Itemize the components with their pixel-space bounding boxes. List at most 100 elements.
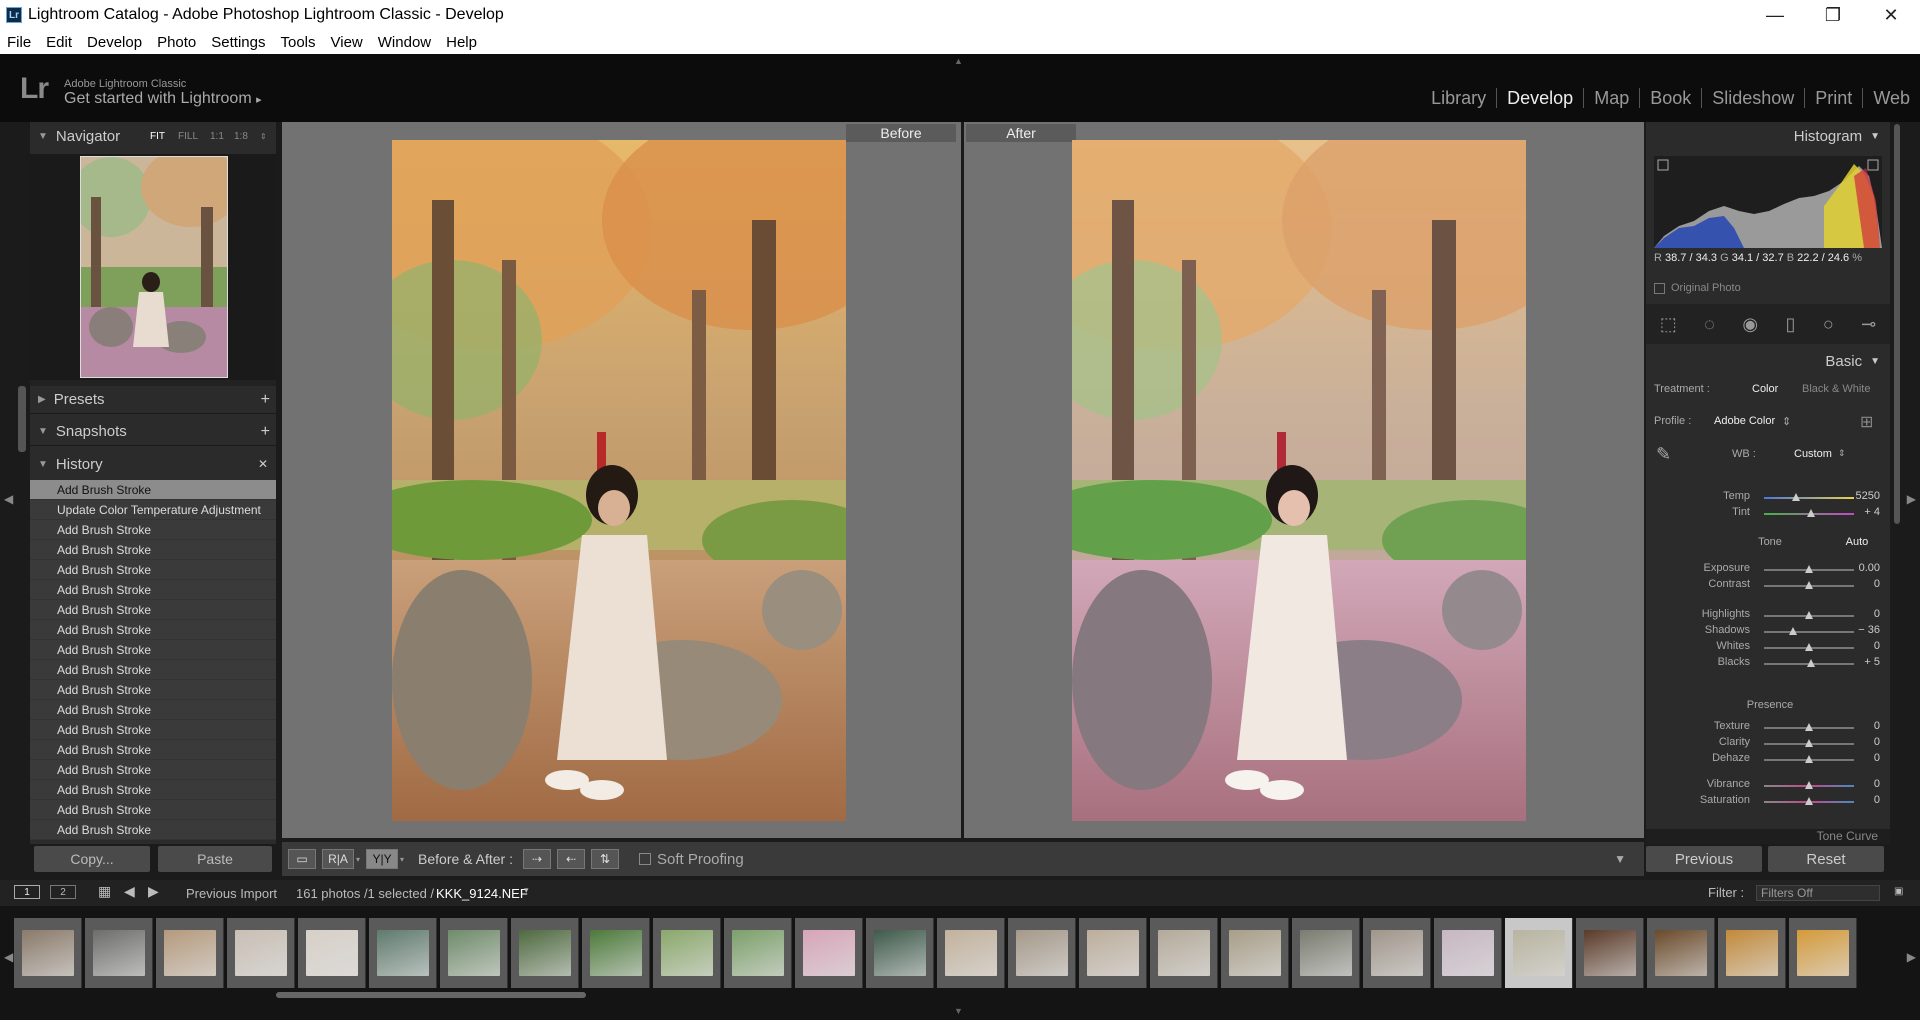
dropdown-icon[interactable]: ▾ <box>400 855 404 864</box>
before-after-split-button[interactable]: Y|Y <box>366 849 399 869</box>
filmstrip-thumbnail[interactable] <box>164 930 216 976</box>
slider-value[interactable]: 0.00 <box>1859 562 1880 574</box>
slider-value[interactable]: + 5 <box>1864 656 1880 668</box>
history-item[interactable]: Add Brush Stroke <box>30 640 276 660</box>
history-item[interactable]: Add Brush Stroke <box>30 560 276 580</box>
original-photo-checkbox[interactable] <box>1654 282 1665 294</box>
history-item[interactable]: Add Brush Stroke <box>30 800 276 820</box>
history-header[interactable]: ▼ History ✕ <box>30 450 276 478</box>
slider-track[interactable] <box>1764 739 1854 747</box>
slider-track[interactable] <box>1764 509 1854 517</box>
histogram-header[interactable]: Histogram ▼ <box>1646 122 1890 150</box>
history-item[interactable]: Add Brush Stroke <box>30 720 276 740</box>
filmstrip-cell[interactable] <box>1008 918 1076 988</box>
filmstrip-source[interactable]: Previous Import <box>186 886 277 901</box>
menu-file[interactable]: File <box>7 34 31 51</box>
add-snapshot-icon[interactable]: + <box>261 423 270 441</box>
module-library[interactable]: Library <box>1421 88 1498 108</box>
slider-knob[interactable] <box>1805 755 1813 763</box>
copy-after-to-before-icon[interactable]: ⇠ <box>556 849 585 869</box>
filmstrip-thumbnail[interactable] <box>1229 930 1281 976</box>
filmstrip-cell[interactable] <box>866 918 934 988</box>
filmstrip-thumbnail[interactable] <box>803 930 855 976</box>
filmstrip-cell[interactable] <box>156 918 224 988</box>
filmstrip-cell[interactable] <box>582 918 650 988</box>
filmstrip-thumbnail[interactable] <box>1371 930 1423 976</box>
wb-select[interactable]: Custom <box>1794 448 1832 460</box>
slider-shadows[interactable]: Shadows − 36 <box>1646 624 1890 640</box>
menu-view[interactable]: View <box>331 34 363 51</box>
slider-value[interactable]: 0 <box>1874 720 1880 732</box>
menu-settings[interactable]: Settings <box>211 34 265 51</box>
top-panel-toggle-icon[interactable]: ▲ <box>954 56 963 66</box>
navigator-preview[interactable] <box>30 154 276 380</box>
profile-select[interactable]: Adobe Color <box>1714 415 1775 427</box>
slider-track[interactable] <box>1764 643 1854 651</box>
slider-temp[interactable]: Temp 5250 <box>1646 490 1890 506</box>
module-book[interactable]: Book <box>1640 88 1703 108</box>
filmstrip-thumbnail[interactable] <box>1087 930 1139 976</box>
zoom-fill[interactable]: FILL <box>178 131 198 142</box>
filmstrip-thumbnail[interactable] <box>1442 930 1494 976</box>
before-after-lr-button[interactable]: R|A <box>322 849 354 869</box>
filmstrip-cell[interactable] <box>440 918 508 988</box>
slider-whites[interactable]: Whites 0 <box>1646 640 1890 656</box>
zoom-1-1[interactable]: 1:1 <box>210 131 224 142</box>
menu-tools[interactable]: Tools <box>280 34 315 51</box>
slider-track[interactable] <box>1764 611 1854 619</box>
filmstrip-thumbnail[interactable] <box>661 930 713 976</box>
previous-button[interactable]: Previous <box>1646 846 1762 872</box>
slider-knob[interactable] <box>1806 509 1815 517</box>
filmstrip-cell[interactable] <box>795 918 863 988</box>
slider-knob[interactable] <box>1788 627 1797 635</box>
radial-filter-icon[interactable]: ○ <box>1823 314 1834 335</box>
snapshots-header[interactable]: ▼ Snapshots + <box>30 418 276 446</box>
close-icon[interactable]: ✕ <box>1862 0 1920 30</box>
history-item[interactable]: Add Brush Stroke <box>30 660 276 680</box>
slider-knob[interactable] <box>1805 781 1813 789</box>
module-slideshow[interactable]: Slideshow <box>1702 88 1806 108</box>
module-web[interactable]: Web <box>1863 88 1920 108</box>
tone-curve-header[interactable]: Tone Curve <box>1646 829 1890 844</box>
filmstrip-cell[interactable] <box>1789 918 1857 988</box>
filmstrip-cell[interactable] <box>653 918 721 988</box>
slider-blacks[interactable]: Blacks + 5 <box>1646 656 1890 672</box>
filmstrip-thumbnail[interactable] <box>1300 930 1352 976</box>
filmstrip-cell[interactable] <box>1434 918 1502 988</box>
slider-track[interactable] <box>1764 797 1854 805</box>
filmstrip-cell[interactable] <box>1576 918 1644 988</box>
slider-tint[interactable]: Tint + 4 <box>1646 506 1890 522</box>
filmstrip-cell[interactable] <box>14 918 82 988</box>
slider-knob[interactable] <box>1805 739 1813 747</box>
module-print[interactable]: Print <box>1805 88 1864 108</box>
forward-icon[interactable]: ▶ <box>148 883 159 900</box>
slider-value[interactable]: + 4 <box>1864 506 1880 518</box>
soft-proofing-checkbox[interactable] <box>638 853 651 865</box>
crop-overlay-icon[interactable]: ⬚ <box>1660 314 1677 335</box>
filmstrip-cell[interactable] <box>1150 918 1218 988</box>
dropdown-icon[interactable]: ▾ <box>524 885 529 896</box>
paste-button[interactable]: Paste <box>158 846 272 872</box>
minimize-icon[interactable]: — <box>1746 0 1804 30</box>
filmstrip-cell[interactable] <box>724 918 792 988</box>
history-item[interactable]: Add Brush Stroke <box>30 620 276 640</box>
profile-browser-icon[interactable]: ⊞ <box>1860 412 1873 432</box>
filmstrip-thumbnail[interactable] <box>519 930 571 976</box>
filmstrip-thumbnail[interactable] <box>590 930 642 976</box>
menu-photo[interactable]: Photo <box>157 34 196 51</box>
zoom-stepper-icon[interactable]: ⇕ <box>260 132 267 141</box>
slider-value[interactable]: 0 <box>1874 736 1880 748</box>
slider-saturation[interactable]: Saturation 0 <box>1646 794 1890 810</box>
slider-value[interactable]: 5250 <box>1856 490 1880 502</box>
auto-tone-button[interactable]: Auto <box>1832 536 1882 548</box>
filter-select[interactable]: Filters Off <box>1756 885 1880 901</box>
menu-window[interactable]: Window <box>378 34 431 51</box>
bottom-panel-toggle-icon[interactable]: ▼ <box>954 1006 963 1016</box>
filmstrip-cell[interactable] <box>1363 918 1431 988</box>
treatment-color-option[interactable]: Color <box>1752 383 1778 395</box>
filmstrip-cell[interactable] <box>1505 918 1573 988</box>
filmstrip-thumbnail[interactable] <box>874 930 926 976</box>
zoom-1-8[interactable]: 1:8 <box>234 131 248 142</box>
filmstrip-cell[interactable] <box>1079 918 1147 988</box>
slider-value[interactable]: 0 <box>1874 578 1880 590</box>
